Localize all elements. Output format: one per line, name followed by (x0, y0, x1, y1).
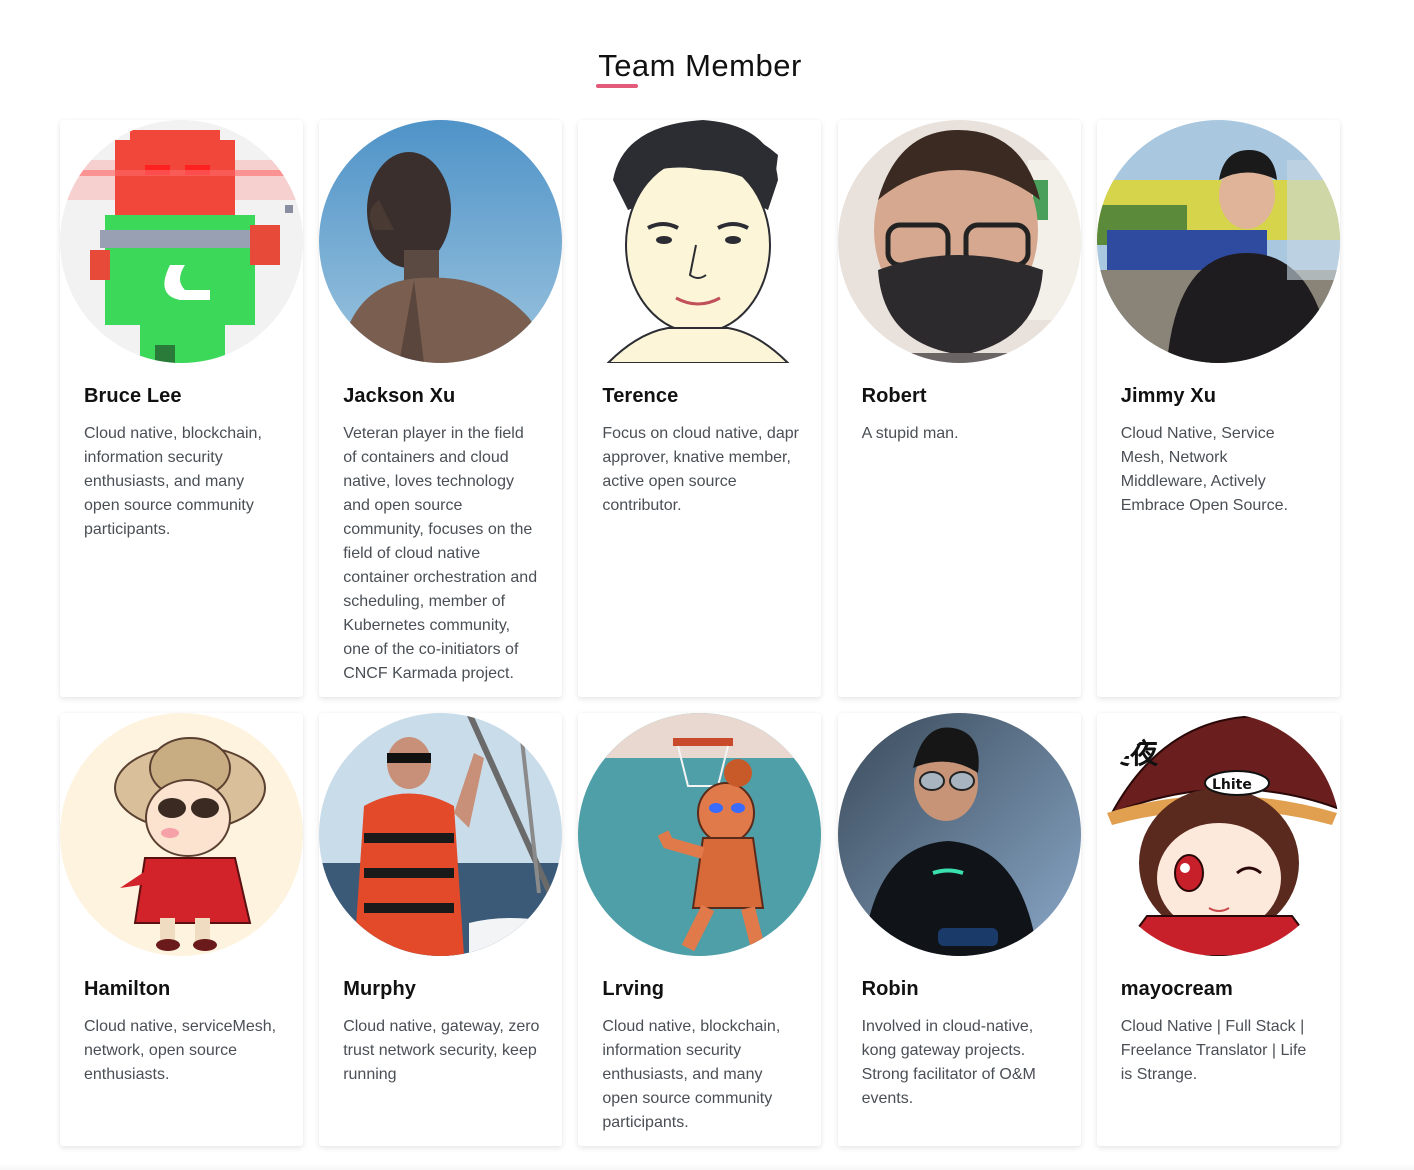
member-card[interactable]: Terence Focus on cloud native, dapr appr… (578, 120, 822, 697)
cartoon-portrait-avatar (578, 120, 822, 363)
svg-text:Lhite: Lhite (1212, 777, 1252, 793)
boat-life-jacket-avatar (319, 713, 563, 956)
member-name: Jackson Xu (343, 385, 456, 407)
member-bio: Cloud native, serviceMesh, network, open… (84, 1018, 277, 1083)
masked-face-avatar (837, 120, 1081, 363)
member-card[interactable]: Robin Involved in cloud-native, kong gat… (837, 713, 1081, 1146)
pixel-robot-avatar (60, 120, 303, 363)
outdoor-portrait-avatar (1096, 120, 1340, 363)
member-name: Jimmy Xu (1120, 385, 1217, 407)
member-name: Bruce Lee (84, 385, 182, 407)
member-bio: Cloud native, blockchain, information se… (602, 1018, 781, 1131)
member-bio: Cloud native, gateway, zero trust networ… (343, 1018, 540, 1083)
member-name: Robert (861, 385, 927, 407)
member-card[interactable]: Robert A stupid man. (837, 120, 1081, 697)
cartoon-hat-avatar (60, 713, 303, 956)
member-bio: Veteran player in the field of container… (343, 425, 538, 682)
member-card[interactable]: Jackson Xu Veteran player in the field o… (319, 120, 563, 697)
team-grid: Bruce Lee Cloud native, blockchain, info… (60, 120, 1340, 1146)
member-card[interactable]: Jimmy Xu Cloud Native, Service Mesh, Net… (1096, 120, 1340, 697)
member-bio: Cloud native, blockchain, information se… (84, 425, 262, 538)
title-underline (596, 84, 638, 88)
member-card[interactable]: Lrving Cloud native, blockchain, informa… (578, 713, 822, 1146)
member-bio: Involved in cloud-native, kong gateway p… (861, 1018, 1036, 1107)
member-card[interactable]: 吴夜 Lhite mayocream Cloud Native | Full S… (1096, 713, 1340, 1146)
member-card[interactable]: Murphy Cloud native, gateway, zero trust… (319, 713, 563, 1146)
member-bio: Cloud Native | Full Stack | Freelance Tr… (1120, 1018, 1307, 1083)
member-name: Murphy (343, 978, 417, 1000)
member-bio: A stupid man. (861, 425, 959, 442)
svg-text:吴夜: 吴夜 (1102, 737, 1159, 770)
sunglasses-portrait-avatar (837, 713, 1081, 956)
member-bio: Cloud Native, Service Mesh, Network Midd… (1120, 425, 1288, 514)
member-name: Lrving (602, 978, 665, 1000)
member-name: Robin (861, 978, 919, 1000)
member-card[interactable]: Hamilton Cloud native, serviceMesh, netw… (60, 713, 303, 1146)
member-bio: Focus on cloud native, dapr approver, kn… (602, 425, 799, 514)
anime-girl-avatar: 吴夜 Lhite (1096, 713, 1340, 956)
page-title: Team Member (598, 48, 802, 83)
silhouette-sky-avatar (319, 120, 563, 363)
member-card[interactable]: Bruce Lee Cloud native, blockchain, info… (60, 120, 303, 697)
member-name: mayocream (1120, 978, 1233, 1000)
basketball-cartoon-avatar (578, 713, 822, 956)
member-name: Hamilton (84, 978, 171, 1000)
footer-shadow (0, 1164, 1414, 1170)
member-name: Terence (602, 385, 679, 407)
